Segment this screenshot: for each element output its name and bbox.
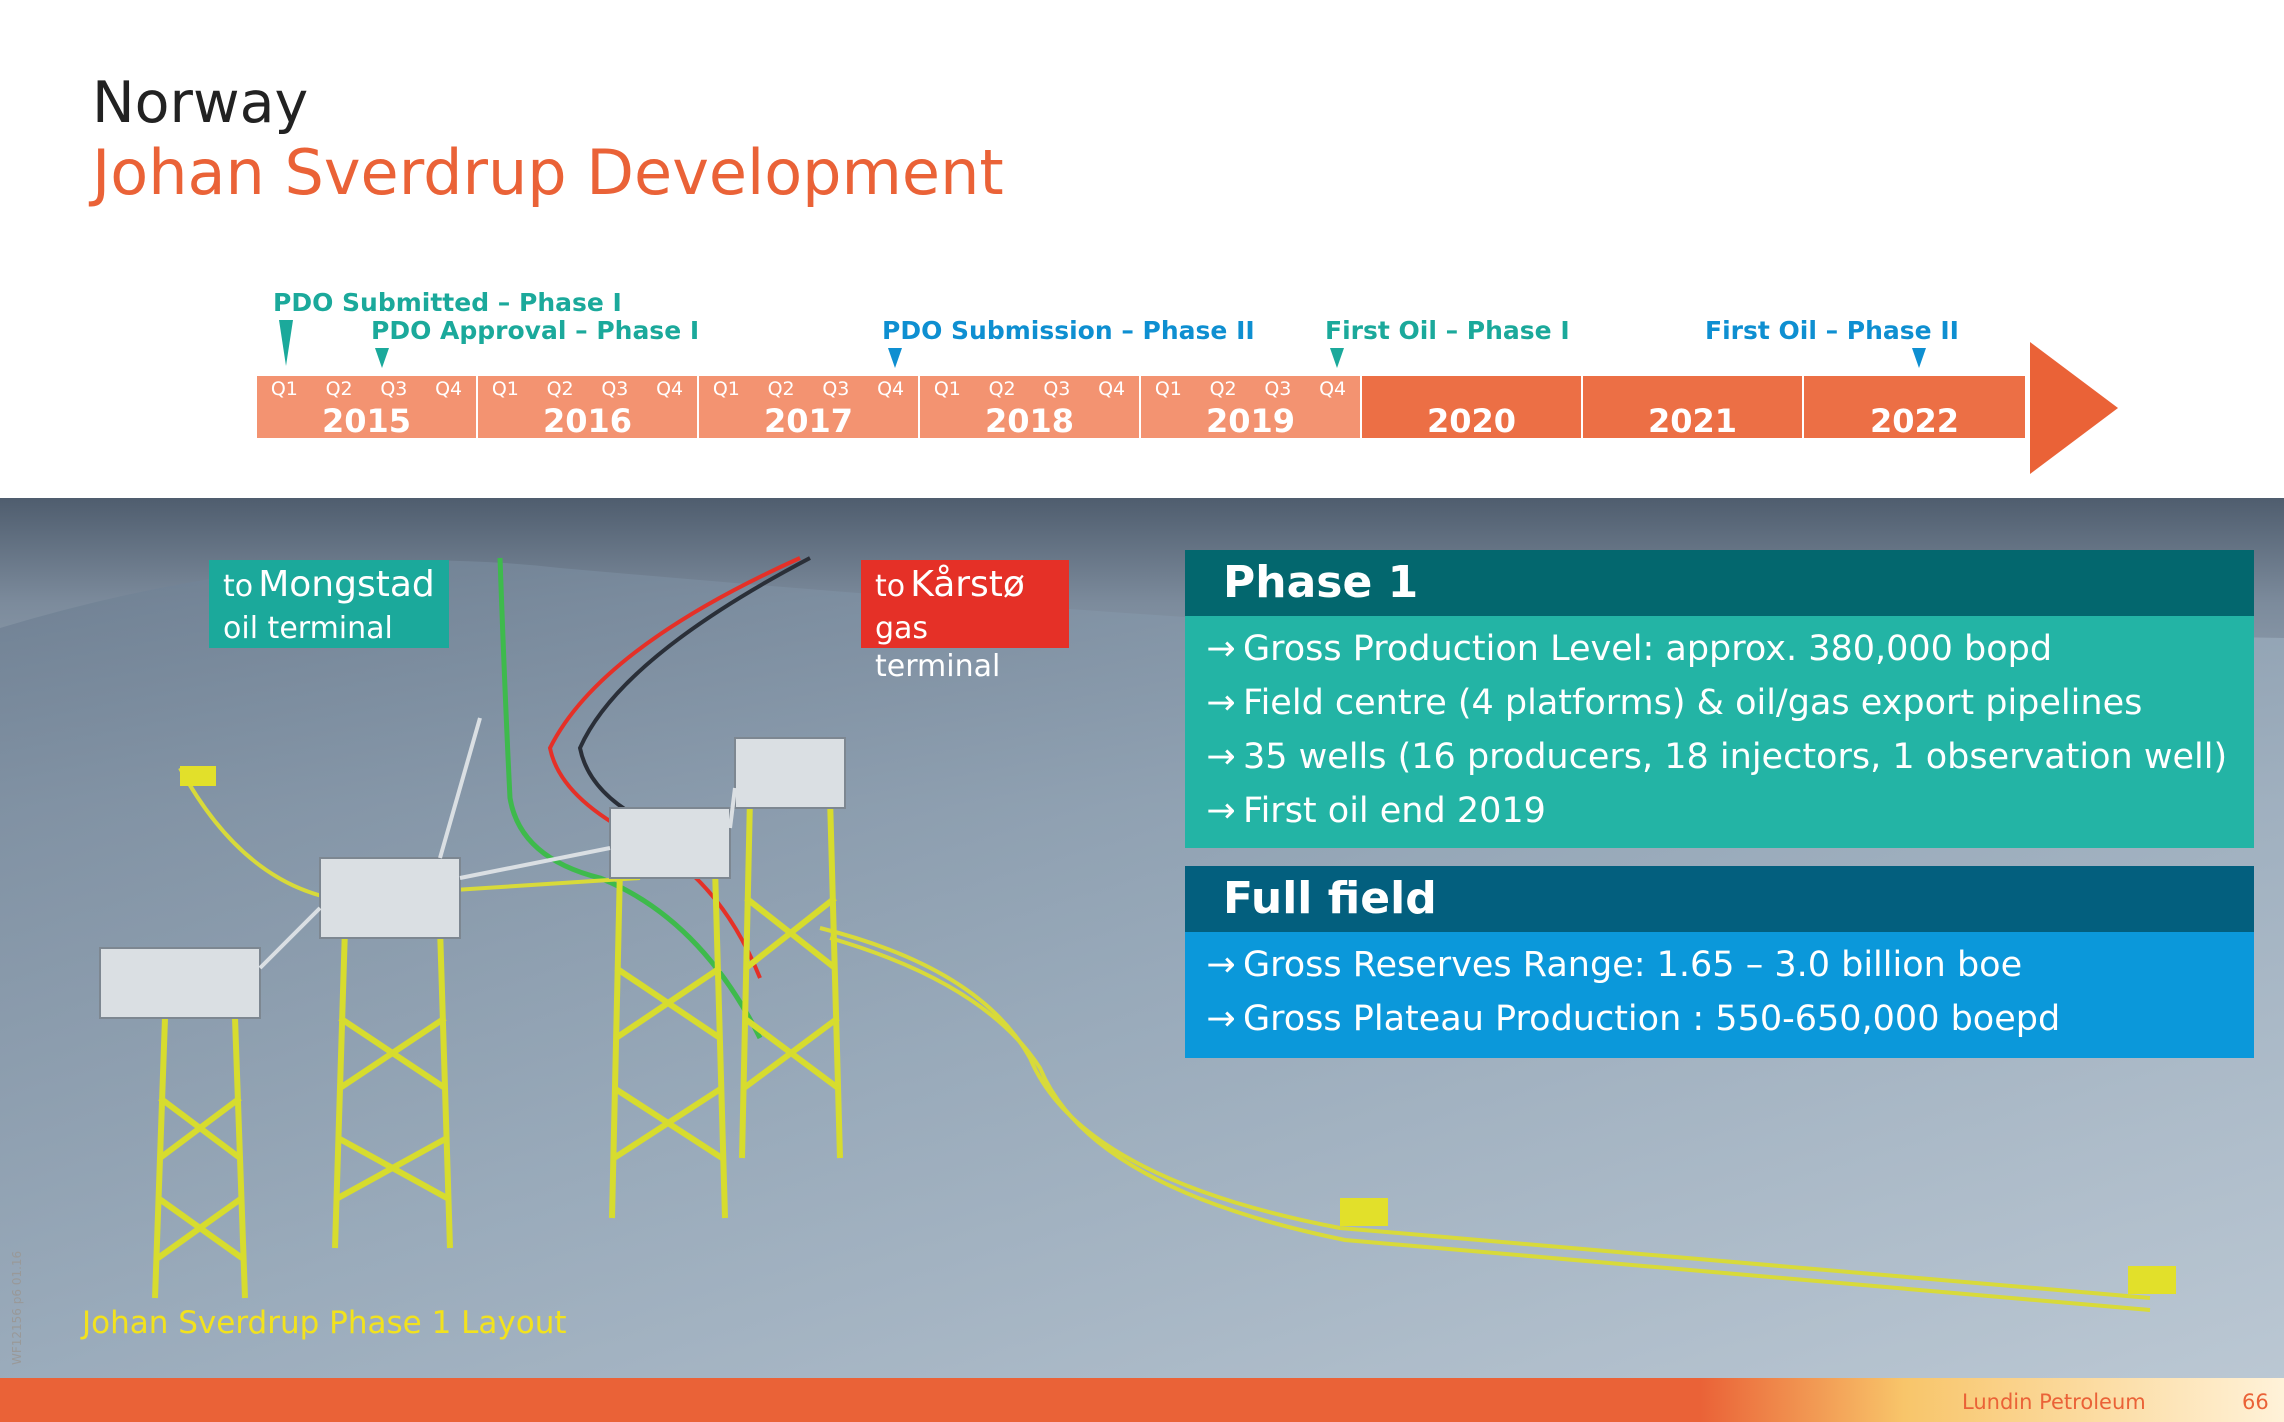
bullet-text: Gross Plateau Production : 550-650,000 b…	[1243, 999, 2061, 1039]
full-field-header: Full field	[1185, 866, 2254, 932]
quarter-label: Q4	[656, 378, 684, 400]
phase1-bullet: → 35 wells (16 producers, 18 injectors, 1…	[1199, 730, 2254, 784]
year-2022: 2022	[1804, 376, 2025, 440]
phase1-header: Phase 1	[1185, 550, 2254, 616]
arrow-right-icon: →	[1206, 737, 1236, 777]
quarter-label: Q1	[712, 378, 740, 400]
phase1-bullet: → Gross Production Level: approx. 380,000…	[1199, 622, 2254, 676]
callout-destination: Mongstad	[258, 564, 435, 605]
bullet-text: Field centre (4 platforms) & oil/gas exp…	[1243, 683, 2143, 723]
year-2020: 2020	[1362, 376, 1583, 440]
year-label: 2017	[763, 402, 854, 440]
year-label: 2022	[1869, 402, 1960, 440]
quarter-label: Q2	[988, 378, 1016, 400]
quarter-label: Q3	[1264, 378, 1292, 400]
project-timeline: PDO Submitted – Phase I PDO Approval – P…	[0, 280, 2284, 480]
bullet-text: 35 wells (16 producers, 18 injectors, 1 …	[1243, 737, 2228, 777]
quarter-label: Q1	[270, 378, 298, 400]
arrow-right-icon: →	[1206, 945, 1236, 985]
year-2016: Q1 Q2 Q3 Q4 2016	[478, 376, 699, 440]
milestone-pdo-submitted: PDO Submitted – Phase I	[273, 288, 622, 317]
phase1-bullet: → Field centre (4 platforms) & oil/gas ex…	[1199, 676, 2254, 730]
year-2017: Q1 Q2 Q3 Q4 2017	[699, 376, 920, 440]
bullet-text: First oil end 2019	[1243, 791, 1546, 831]
quarter-label: Q3	[380, 378, 408, 400]
milestone-marker-first-oil-phase1	[1330, 348, 1344, 368]
full-field-bullet: → Gross Reserves Range: 1.65 – 3.0 billio…	[1199, 938, 2254, 992]
callout-prefix: to	[223, 569, 254, 604]
arrow-right-icon: →	[1206, 791, 1236, 831]
quarter-label: Q4	[877, 378, 905, 400]
milestone-pdo-submission-phase2: PDO Submission – Phase II	[882, 316, 1255, 345]
arrow-right-icon: →	[1206, 683, 1236, 723]
quarter-label: Q1	[1154, 378, 1182, 400]
year-2015: Q1 Q2 Q3 Q4 2015	[257, 376, 478, 440]
quarter-label: Q3	[1043, 378, 1071, 400]
quarter-label: Q4	[1319, 378, 1347, 400]
year-2021: 2021	[1583, 376, 1804, 440]
year-label: 2016	[542, 402, 633, 440]
year-2018: Q1 Q2 Q3 Q4 2018	[920, 376, 1141, 440]
year-label: 2015	[321, 402, 412, 440]
milestone-pdo-approval: PDO Approval – Phase I	[371, 316, 700, 345]
quarter-label: Q2	[1209, 378, 1237, 400]
milestone-marker-pdo-approval	[375, 348, 389, 368]
quarter-label: Q1	[491, 378, 519, 400]
quarter-label: Q4	[1098, 378, 1126, 400]
timeline-bar: Q1 Q2 Q3 Q4 2015 Q1 Q2 Q3 Q4 2016 Q1 Q2 …	[257, 376, 2025, 440]
full-field-bullet: → Gross Plateau Production : 550-650,000 …	[1199, 992, 2254, 1046]
quarter-label: Q4	[435, 378, 463, 400]
quarter-label: Q2	[546, 378, 574, 400]
timeline-arrowhead	[2030, 342, 2118, 474]
year-label: 2019	[1205, 402, 1296, 440]
arrow-right-icon: →	[1206, 999, 1236, 1039]
bullet-text: Gross Production Level: approx. 380,000 …	[1243, 629, 2053, 669]
company-name: Lundin Petroleum	[1962, 1390, 2146, 1414]
bullet-text: Gross Reserves Range: 1.65 – 3.0 billion…	[1243, 945, 2023, 985]
milestone-first-oil-phase2: First Oil – Phase II	[1705, 316, 1959, 345]
callout-destination: Kårstø	[910, 564, 1025, 605]
page-subtitle: Johan Sverdrup Development	[92, 136, 1004, 209]
arrow-right-icon: →	[1206, 629, 1236, 669]
phase1-body: → Gross Production Level: approx. 380,000…	[1185, 616, 2254, 848]
document-code: WF12156 p6 01.16	[10, 1250, 24, 1365]
callout-terminal: gas terminal	[875, 611, 1001, 684]
year-2019: Q1 Q2 Q3 Q4 2019	[1141, 376, 1362, 440]
full-field-body: → Gross Reserves Range: 1.65 – 3.0 billio…	[1185, 932, 2254, 1058]
milestone-marker-pdo-submission-phase2	[888, 348, 902, 368]
quarter-label: Q2	[325, 378, 353, 400]
quarter-label: Q2	[767, 378, 795, 400]
callout-prefix: to	[875, 569, 906, 604]
callout-terminal: oil terminal	[223, 611, 393, 646]
page-number: 66	[2242, 1390, 2269, 1414]
year-label: 2021	[1647, 402, 1738, 440]
milestone-marker-pdo-submitted	[279, 320, 293, 366]
image-caption: Johan Sverdrup Phase 1 Layout	[82, 1305, 567, 1341]
year-label: 2020	[1426, 402, 1517, 440]
milestone-marker-first-oil-phase2	[1912, 348, 1926, 368]
quarter-label: Q1	[933, 378, 961, 400]
quarter-label: Q3	[601, 378, 629, 400]
callout-to-karsto: to Kårstø gas terminal	[861, 560, 1069, 684]
year-label: 2018	[984, 402, 1075, 440]
quarter-label: Q3	[822, 378, 850, 400]
page-title: Norway	[92, 70, 309, 136]
callout-to-mongstad: to Mongstad oil terminal	[209, 560, 449, 648]
milestone-first-oil-phase1: First Oil – Phase I	[1325, 316, 1570, 345]
phase1-bullet: → First oil end 2019	[1199, 784, 2254, 838]
